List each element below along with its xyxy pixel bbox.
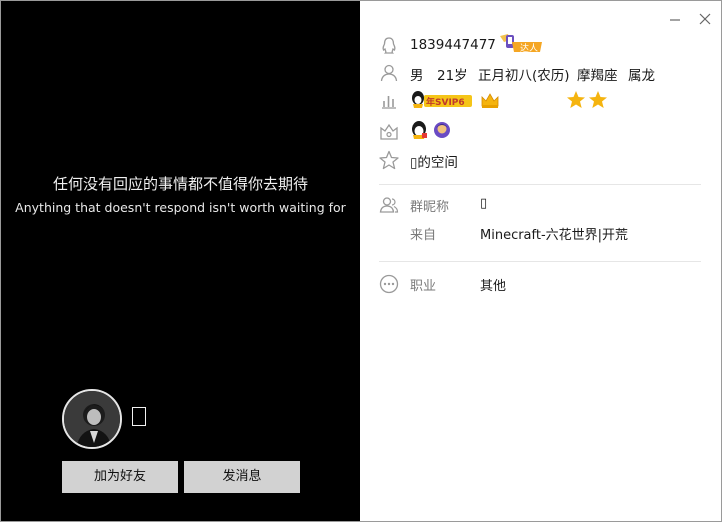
crown-icon <box>481 93 499 108</box>
badges-row <box>361 120 722 144</box>
qq-show-icon[interactable] <box>410 120 428 144</box>
game-icon[interactable] <box>433 121 451 143</box>
group-nickname-row: 群昵称 ▯ <box>361 193 722 217</box>
person-icon <box>379 63 399 83</box>
signature-english: Anything that doesn't respond isn't wort… <box>15 200 346 215</box>
star-icon <box>567 91 585 108</box>
space-link[interactable]: ▯的空间 <box>410 151 458 171</box>
qq-number: 1839447477 <box>410 37 496 53</box>
qq-penguin-icon <box>379 36 399 56</box>
level-chart-icon <box>379 91 399 111</box>
moon-icon <box>503 92 513 109</box>
qq-number-row: 1839447477 达人 <box>361 34 722 58</box>
profile-card-window: 任何没有回应的事情都不值得你去期待 Anything that doesn't … <box>0 0 722 522</box>
career-label: 职业 <box>410 279 437 294</box>
level-row: 年SVIP6 <box>361 89 722 113</box>
from-row: 来自 Minecraft-六花世界|开荒 <box>361 221 722 245</box>
group-people-icon <box>379 195 399 215</box>
career-value: 其他 <box>480 279 507 294</box>
badge-icon <box>379 122 399 142</box>
more-dots-icon <box>379 274 399 294</box>
moon-icon <box>525 92 535 109</box>
star-outline-icon <box>379 150 399 170</box>
age: 21岁 <box>437 68 468 84</box>
svip-badge-text: 年SVIP6 <box>426 96 465 108</box>
from-label: 来自 <box>410 228 437 243</box>
close-icon[interactable] <box>697 11 713 27</box>
svip-badge[interactable]: 年SVIP6 <box>410 89 474 115</box>
divider <box>379 184 701 185</box>
signature-chinese: 任何没有回应的事情都不值得你去期待 <box>52 175 308 193</box>
talent-badge-text: 达人 <box>520 42 538 54</box>
minimize-icon[interactable] <box>667 11 683 27</box>
group-nickname-label: 群昵称 <box>410 200 450 215</box>
group-nickname-value: ▯ <box>480 196 488 211</box>
avatar[interactable] <box>62 389 122 449</box>
moon-icon <box>547 92 557 109</box>
profile-cover: 任何没有回应的事情都不值得你去期待 Anything that doesn't … <box>1 1 360 521</box>
gender: 男 <box>410 68 424 84</box>
chinese-zodiac: 属龙 <box>628 68 655 84</box>
from-value[interactable]: Minecraft-六花世界|开荒 <box>480 224 628 243</box>
birthday: 正月初八(农历) <box>478 68 570 84</box>
talent-badge[interactable]: 达人 <box>498 32 546 60</box>
star-icon <box>589 91 607 108</box>
send-message-button[interactable]: 发消息 <box>184 461 300 493</box>
nickname-placeholder <box>132 407 146 426</box>
zodiac: 摩羯座 <box>577 68 618 84</box>
divider <box>379 261 701 262</box>
level-icons <box>480 89 610 115</box>
add-friend-button[interactable]: 加为好友 <box>62 461 178 493</box>
basic-info-row: 男 21岁 正月初八(农历) 摩羯座 属龙 <box>361 61 722 85</box>
space-row[interactable]: ▯的空间 <box>361 148 722 172</box>
career-row: 职业 其他 <box>361 272 722 296</box>
